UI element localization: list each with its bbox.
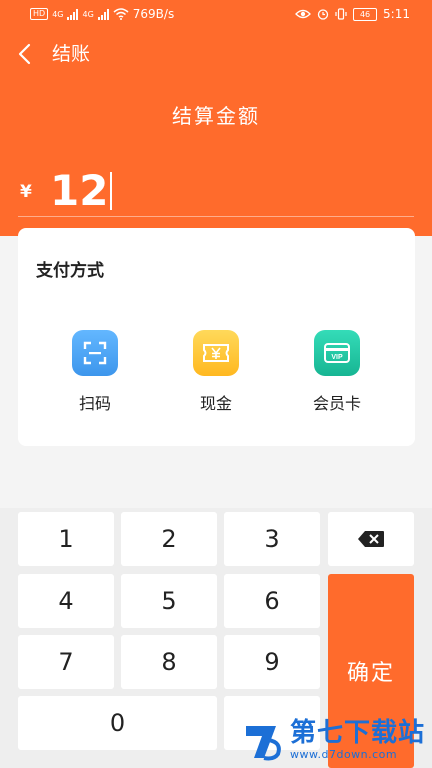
- amount-underline: [18, 216, 414, 217]
- amount-value: 12: [50, 166, 109, 215]
- key-3[interactable]: 3: [224, 512, 320, 566]
- key-0[interactable]: 0: [18, 696, 217, 750]
- d7down-logo-icon: [246, 726, 281, 761]
- vip-card-icon: VIP: [314, 330, 360, 376]
- signal-icon-2: [97, 8, 109, 20]
- svg-text:VIP: VIP: [331, 354, 343, 361]
- payment-methods: 扫码 现金 VIP 会员卡: [18, 330, 415, 420]
- method-vip-card[interactable]: VIP 会员卡: [292, 330, 382, 420]
- payment-method-card: 支付方式 扫码 现金 VIP 会员卡: [18, 228, 415, 446]
- watermark: 第七下载站 www.d7down.com: [242, 714, 428, 766]
- watermark-text: 第七下载站 www.d7down.com: [290, 720, 425, 760]
- vibrate-icon: [335, 8, 347, 20]
- method-scan[interactable]: 扫码: [50, 330, 140, 420]
- cash-icon: [193, 330, 239, 376]
- backspace-icon: [358, 531, 384, 547]
- clock: 5:11: [383, 7, 410, 21]
- key-5[interactable]: 5: [121, 574, 217, 628]
- header: HD 4G 4G 769B/s 46 5:11 结账 结算金额 ¥ 12: [0, 0, 432, 236]
- status-bar: HD 4G 4G 769B/s 46 5:11: [0, 0, 432, 30]
- key-8[interactable]: 8: [121, 635, 217, 689]
- amount-input[interactable]: 12: [50, 166, 113, 215]
- key-6[interactable]: 6: [224, 574, 320, 628]
- payment-title: 支付方式: [36, 261, 104, 281]
- network-4g-label: 4G: [52, 9, 64, 19]
- wifi-icon: [113, 8, 129, 20]
- status-left: HD 4G 4G 769B/s: [30, 7, 174, 21]
- backspace-button[interactable]: [328, 512, 414, 566]
- text-cursor: [110, 172, 113, 210]
- page-title: 结账: [52, 43, 91, 65]
- eye-icon: [295, 9, 311, 19]
- amount-label: 结算金额: [172, 104, 260, 128]
- method-scan-label: 扫码: [78, 394, 111, 413]
- method-cash[interactable]: 现金: [171, 330, 261, 420]
- alarm-icon: [317, 9, 329, 20]
- currency-symbol: ¥: [20, 182, 32, 202]
- method-cash-label: 现金: [199, 394, 232, 413]
- scan-icon: [72, 330, 118, 376]
- status-right: 46 5:11: [295, 7, 410, 21]
- signal-icon: [67, 8, 79, 20]
- key-2[interactable]: 2: [121, 512, 217, 566]
- network-4g-label-2: 4G: [82, 9, 94, 19]
- watermark-url: www.d7down.com: [290, 748, 398, 761]
- method-vip-label: 会员卡: [312, 394, 361, 413]
- battery-icon: 46: [353, 7, 378, 21]
- back-arrow-icon[interactable]: [14, 42, 38, 66]
- key-7[interactable]: 7: [18, 635, 114, 689]
- key-4[interactable]: 4: [18, 574, 114, 628]
- network-speed: 769B/s: [132, 7, 175, 21]
- hd-badge: HD: [30, 8, 49, 20]
- key-9[interactable]: 9: [224, 635, 320, 689]
- watermark-name: 第七下载站: [290, 718, 426, 748]
- key-1[interactable]: 1: [18, 512, 114, 566]
